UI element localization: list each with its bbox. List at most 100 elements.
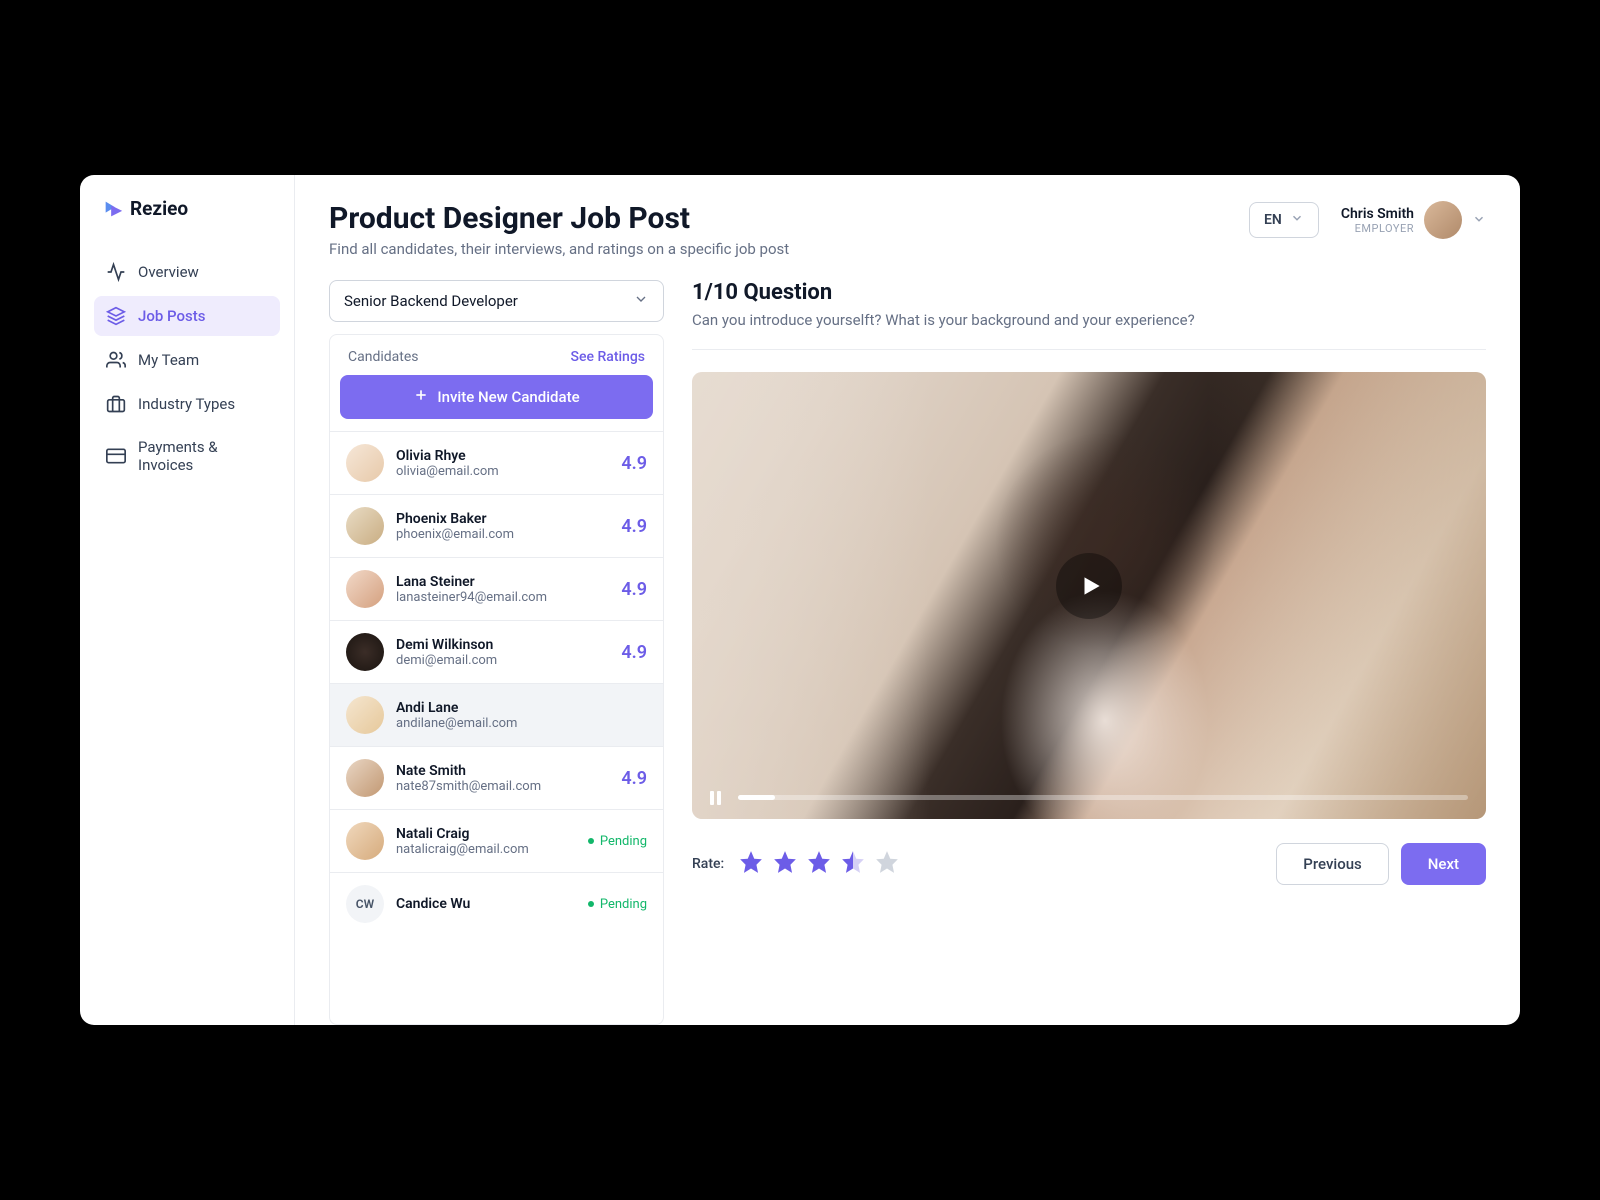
candidate-avatar [346,633,384,671]
logo-icon [102,198,124,220]
candidate-info: Candice Wu [396,896,576,912]
interview-column: 1/10 Question Can you introduce yourself… [692,280,1486,1025]
candidate-email: nate87smith@email.com [396,779,609,794]
video-progress-bar[interactable] [738,795,1468,800]
candidate-avatar [346,822,384,860]
candidate-rating: 4.9 [621,453,647,474]
candidate-email: lanasteiner94@email.com [396,590,609,605]
sidebar: Rezieo Overview Job Posts My Team Industry … [80,175,295,1025]
candidate-row[interactable]: Olivia Rhyeolivia@email.com 4.9 [330,431,663,494]
main-content: Product Designer Job Post Find all candi… [295,175,1520,1025]
sidebar-item-overview[interactable]: Overview [94,252,280,292]
candidate-info: Olivia Rhyeolivia@email.com [396,448,609,479]
job-select-value: Senior Backend Developer [344,292,518,310]
sidebar-item-label: Industry Types [138,395,235,413]
sidebar-item-label: Overview [138,263,199,281]
candidate-info: Demi Wilkinsondemi@email.com [396,637,609,668]
topbar: Product Designer Job Post Find all candi… [329,201,1486,258]
candidate-row[interactable]: Demi Wilkinsondemi@email.com 4.9 [330,620,663,683]
candidate-pending-badge: Pending [588,897,647,912]
topbar-actions: EN Chris Smith EMPLOYER [1249,201,1486,239]
chevron-down-icon [1290,211,1304,229]
play-button[interactable] [1056,553,1122,619]
candidates-panel: Candidates See Ratings Invite New Candid… [329,334,664,1025]
invite-candidate-button[interactable]: Invite New Candidate [340,375,653,419]
page-subtitle: Find all candidates, their interviews, a… [329,240,789,258]
question-counter: 1/10 Question [692,280,1486,305]
page-heading: Product Designer Job Post Find all candi… [329,201,789,258]
see-ratings-link[interactable]: See Ratings [571,349,645,365]
candidate-email: phoenix@email.com [396,527,609,542]
content-row: Senior Backend Developer Candidates See … [329,280,1486,1025]
candidate-rating: 4.9 [621,768,647,789]
user-avatar [1424,201,1462,239]
brand-name: Rezieo [130,197,188,220]
candidate-email: olivia@email.com [396,464,609,479]
star-icon[interactable] [806,849,832,879]
language-selector[interactable]: EN [1249,202,1319,238]
rating-stars[interactable] [738,849,900,879]
candidates-column: Senior Backend Developer Candidates See … [329,280,664,1025]
users-icon [106,350,126,370]
sidebar-item-payments-invoices[interactable]: Payments & Invoices [94,428,280,484]
candidate-avatar: CW [346,885,384,923]
candidate-rating: 4.9 [621,516,647,537]
candidate-row[interactable]: Andi Laneandilane@email.com [330,683,663,746]
sidebar-item-label: Job Posts [138,307,205,325]
video-footer: Rate: Previous Next [692,843,1486,885]
credit-card-icon [106,446,126,466]
user-role: EMPLOYER [1341,222,1414,235]
candidate-row[interactable]: Nate Smithnate87smith@email.com 4.9 [330,746,663,809]
chevron-down-icon [1472,211,1486,230]
user-name: Chris Smith [1341,206,1414,222]
candidate-avatar [346,444,384,482]
candidate-rating: 4.9 [621,642,647,663]
briefcase-icon [106,394,126,414]
chevron-down-icon [633,291,649,311]
rate-label: Rate: [692,856,724,872]
sidebar-item-job-posts[interactable]: Job Posts [94,296,280,336]
candidate-pending-badge: Pending [588,834,647,849]
language-value: EN [1264,212,1282,228]
candidate-row[interactable]: CW Candice Wu Pending [330,872,663,935]
page-title: Product Designer Job Post [329,201,789,236]
previous-button[interactable]: Previous [1276,843,1389,885]
layers-icon [106,306,126,326]
candidate-rating: 4.9 [621,579,647,600]
candidate-name: Natali Craig [396,826,576,842]
job-post-select[interactable]: Senior Backend Developer [329,280,664,322]
plus-icon [413,387,429,407]
user-menu[interactable]: Chris Smith EMPLOYER [1341,201,1486,239]
star-icon[interactable] [840,849,866,879]
next-button[interactable]: Next [1401,843,1486,885]
candidate-row[interactable]: Natali Craignatalicraig@email.com Pending [330,809,663,872]
candidate-info: Andi Laneandilane@email.com [396,700,647,731]
candidates-label: Candidates [348,349,419,365]
candidate-name: Olivia Rhye [396,448,609,464]
candidate-name: Andi Lane [396,700,647,716]
candidate-email: andilane@email.com [396,716,647,731]
candidate-info: Nate Smithnate87smith@email.com [396,763,609,794]
app-window: Rezieo Overview Job Posts My Team Industry … [80,175,1520,1025]
star-icon[interactable] [874,849,900,879]
sidebar-item-industry-types[interactable]: Industry Types [94,384,280,424]
candidate-avatar [346,759,384,797]
rating-block: Rate: [692,849,900,879]
candidate-info: Phoenix Bakerphoenix@email.com [396,511,609,542]
candidate-row[interactable]: Phoenix Bakerphoenix@email.com 4.9 [330,494,663,557]
pause-icon[interactable] [710,791,724,805]
candidate-name: Candice Wu [396,896,576,912]
star-icon[interactable] [738,849,764,879]
candidate-row[interactable]: Lana Steinerlanasteiner94@email.com4.9 [330,557,663,620]
candidates-list[interactable]: Olivia Rhyeolivia@email.com4.9Phoenix Ba… [330,431,663,1024]
star-icon[interactable] [772,849,798,879]
candidates-header: Candidates See Ratings [330,335,663,375]
activity-icon [106,262,126,282]
candidate-info: Natali Craignatalicraig@email.com [396,826,576,857]
candidate-avatar [346,696,384,734]
candidate-avatar [346,507,384,545]
interview-video[interactable] [692,372,1486,819]
candidate-email: demi@email.com [396,653,609,668]
sidebar-item-my-team[interactable]: My Team [94,340,280,380]
sidebar-nav: Overview Job Posts My Team Industry Types Pa… [94,252,280,484]
